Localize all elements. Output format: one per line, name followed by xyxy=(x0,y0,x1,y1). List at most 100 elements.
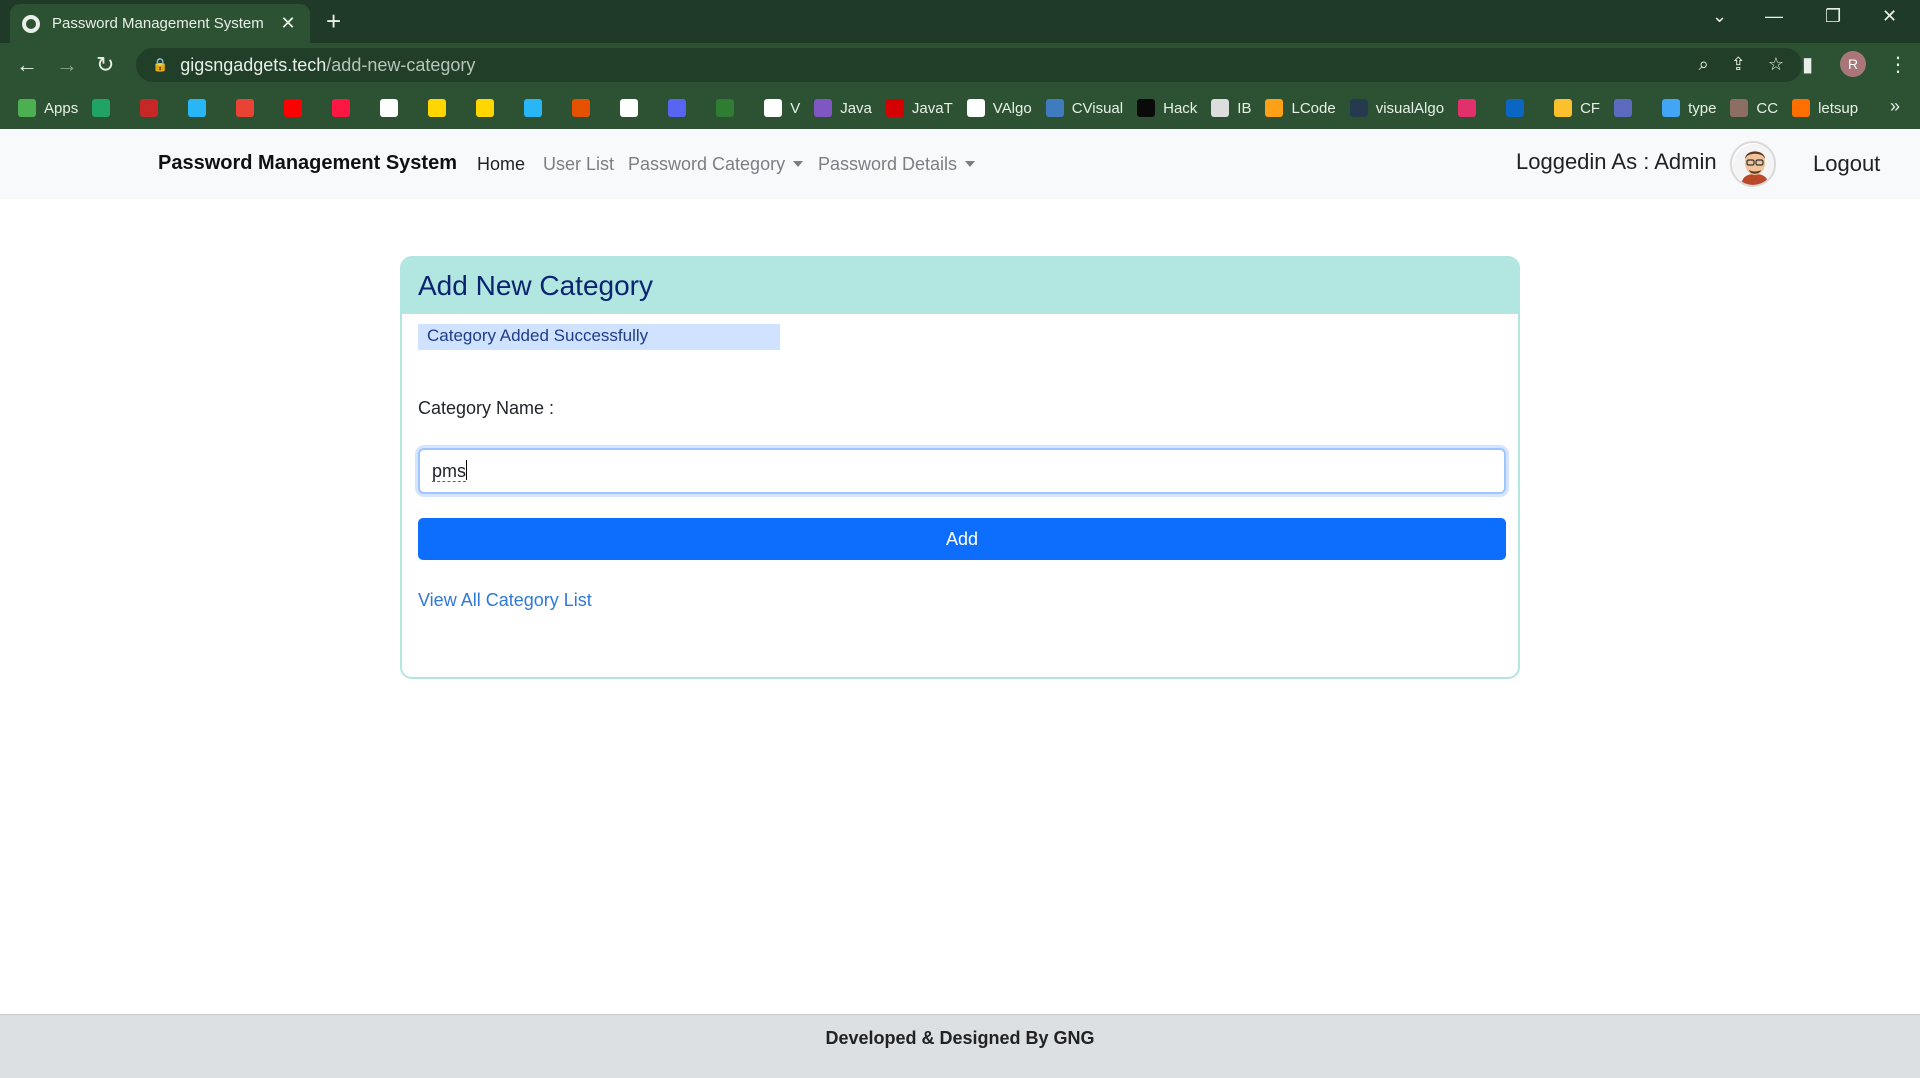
bookmark-item[interactable] xyxy=(236,99,262,117)
success-alert: Category Added Successfully xyxy=(418,324,780,350)
nav-user-list[interactable]: User List xyxy=(543,154,614,175)
share-icon[interactable]: ⇪ xyxy=(1731,54,1746,75)
bookmark-item[interactable]: Hack xyxy=(1137,99,1197,117)
side-panel-icon[interactable]: ▮ xyxy=(1802,52,1813,77)
bookmarks-overflow-icon[interactable]: » xyxy=(1890,96,1900,117)
bookmark-item[interactable] xyxy=(476,99,502,117)
logged-in-text: Loggedin As : Admin xyxy=(1516,149,1717,174)
new-tab-button[interactable]: + xyxy=(326,6,341,37)
bookmark-favicon-icon xyxy=(1730,99,1749,117)
browser-tab-strip: Password Management System ✕ + ⌄ — ❐ ✕ xyxy=(0,0,1920,43)
bookmark-item[interactable] xyxy=(1506,99,1532,117)
bookmark-favicon-icon xyxy=(1045,99,1064,117)
bookmark-item[interactable]: CC xyxy=(1730,99,1778,117)
restore-window-icon[interactable]: ❐ xyxy=(1825,6,1841,27)
bookmark-label: IB xyxy=(1237,99,1252,117)
bookmark-favicon-icon xyxy=(188,99,207,117)
profile-avatar[interactable]: R xyxy=(1840,51,1866,77)
admin-avatar xyxy=(1730,141,1776,187)
text-cursor xyxy=(466,460,468,480)
bookmark-item[interactable] xyxy=(524,99,550,117)
add-button[interactable]: Add xyxy=(418,518,1506,560)
bookmark-favicon-icon xyxy=(380,99,399,117)
bookmark-favicon-icon xyxy=(476,99,495,117)
star-icon[interactable]: ☆ xyxy=(1768,54,1784,75)
site-footer: Developed & Designed By GNG xyxy=(0,1014,1920,1078)
bookmark-item[interactable] xyxy=(332,99,358,117)
bookmark-favicon-icon xyxy=(764,99,783,117)
bookmark-item[interactable] xyxy=(92,99,118,117)
bookmark-item[interactable] xyxy=(188,99,214,117)
bookmark-favicon-icon xyxy=(1458,99,1477,117)
site-navbar: Password Management System Home User Lis… xyxy=(0,129,1920,199)
bookmark-item[interactable] xyxy=(716,99,742,117)
reload-icon[interactable]: ↻ xyxy=(96,52,114,78)
url-domain: gigsngadgets.tech xyxy=(180,54,327,75)
bookmark-item[interactable] xyxy=(1458,99,1484,117)
bookmark-favicon-icon xyxy=(1349,99,1368,117)
bookmark-item[interactable]: Java xyxy=(814,99,872,117)
bookmark-label: LCode xyxy=(1291,99,1336,117)
more-menu-icon[interactable]: ⋮ xyxy=(1888,52,1908,77)
minimize-window-icon[interactable]: — xyxy=(1765,6,1783,27)
zoom-icon[interactable]: ⌕ xyxy=(1699,54,1709,75)
nav-home[interactable]: Home xyxy=(477,154,525,175)
bookmark-item[interactable] xyxy=(572,99,598,117)
address-bar[interactable]: 🔒 gigsngadgets.tech/add-new-category ⌕ ⇪… xyxy=(136,48,1802,82)
bookmark-favicon-icon xyxy=(140,99,159,117)
bookmark-label: Apps xyxy=(44,99,79,117)
site-brand[interactable]: Password Management System xyxy=(158,152,457,175)
bookmark-item[interactable] xyxy=(1614,99,1640,117)
bookmark-item[interactable]: CF xyxy=(1554,99,1600,117)
nav-password-details-dropdown[interactable]: Password Details xyxy=(818,154,976,175)
bookmark-favicon-icon xyxy=(236,99,255,117)
bookmark-item[interactable]: CVisual xyxy=(1045,99,1124,117)
bookmark-item[interactable] xyxy=(620,99,646,117)
bookmark-label: letsup xyxy=(1818,99,1859,117)
bookmark-item[interactable] xyxy=(140,99,166,117)
category-name-input[interactable]: pms xyxy=(418,448,1506,494)
view-all-category-link[interactable]: View All Category List xyxy=(418,590,592,611)
bookmark-favicon-icon xyxy=(668,99,687,117)
bookmark-item[interactable] xyxy=(380,99,406,117)
url-path: /add-new-category xyxy=(326,54,476,75)
bookmark-favicon-icon xyxy=(814,99,833,117)
bookmark-label: type xyxy=(1688,99,1717,117)
bookmark-item[interactable]: V xyxy=(764,99,800,117)
bookmark-label: CVisual xyxy=(1071,99,1124,117)
bookmark-favicon-icon xyxy=(966,99,985,117)
back-arrow-icon[interactable]: ← xyxy=(16,52,38,78)
bookmark-favicon-icon xyxy=(18,99,36,117)
bookmark-favicon-icon xyxy=(572,99,591,117)
bookmark-item[interactable]: VAlgo xyxy=(966,99,1032,117)
close-window-icon[interactable]: ✕ xyxy=(1882,6,1897,27)
bookmark-item[interactable]: LCode xyxy=(1265,99,1336,117)
forward-arrow-icon[interactable]: → xyxy=(56,52,78,78)
bookmark-item[interactable] xyxy=(668,99,694,117)
caret-down-icon xyxy=(793,161,804,167)
bookmark-item[interactable]: letsup xyxy=(1792,99,1858,117)
bookmark-favicon-icon xyxy=(1265,99,1284,117)
close-tab-icon[interactable]: ✕ xyxy=(278,13,298,34)
bookmark-label: Java xyxy=(840,99,872,117)
bookmark-favicon-icon xyxy=(428,99,447,117)
bookmark-favicon-icon xyxy=(1211,99,1230,117)
bookmark-favicon-icon xyxy=(620,99,639,117)
bookmark-favicon-icon xyxy=(524,99,543,117)
bookmark-item[interactable]: IB xyxy=(1211,99,1251,117)
bookmark-item[interactable]: Apps xyxy=(18,99,78,117)
bookmark-item[interactable]: type xyxy=(1662,99,1716,117)
tab-title: Password Management System xyxy=(52,15,264,32)
nav-password-category-label: Password Category xyxy=(628,154,786,174)
bookmark-item[interactable]: visualAlgo xyxy=(1349,99,1444,117)
tab-search-chevron-icon[interactable]: ⌄ xyxy=(1712,6,1727,27)
nav-password-category-dropdown[interactable]: Password Category xyxy=(628,154,804,175)
card-title: Add New Category xyxy=(402,258,1518,314)
bookmark-item[interactable]: JavaT xyxy=(885,99,953,117)
browser-tab-active[interactable]: Password Management System ✕ xyxy=(10,4,310,43)
bookmark-item[interactable] xyxy=(428,99,454,117)
browser-toolbar: ← → ↻ 🔒 gigsngadgets.tech/add-new-catego… xyxy=(0,43,1920,87)
bookmark-favicon-icon xyxy=(885,99,904,117)
logout-link[interactable]: Logout xyxy=(1813,151,1880,177)
bookmark-item[interactable] xyxy=(284,99,310,117)
